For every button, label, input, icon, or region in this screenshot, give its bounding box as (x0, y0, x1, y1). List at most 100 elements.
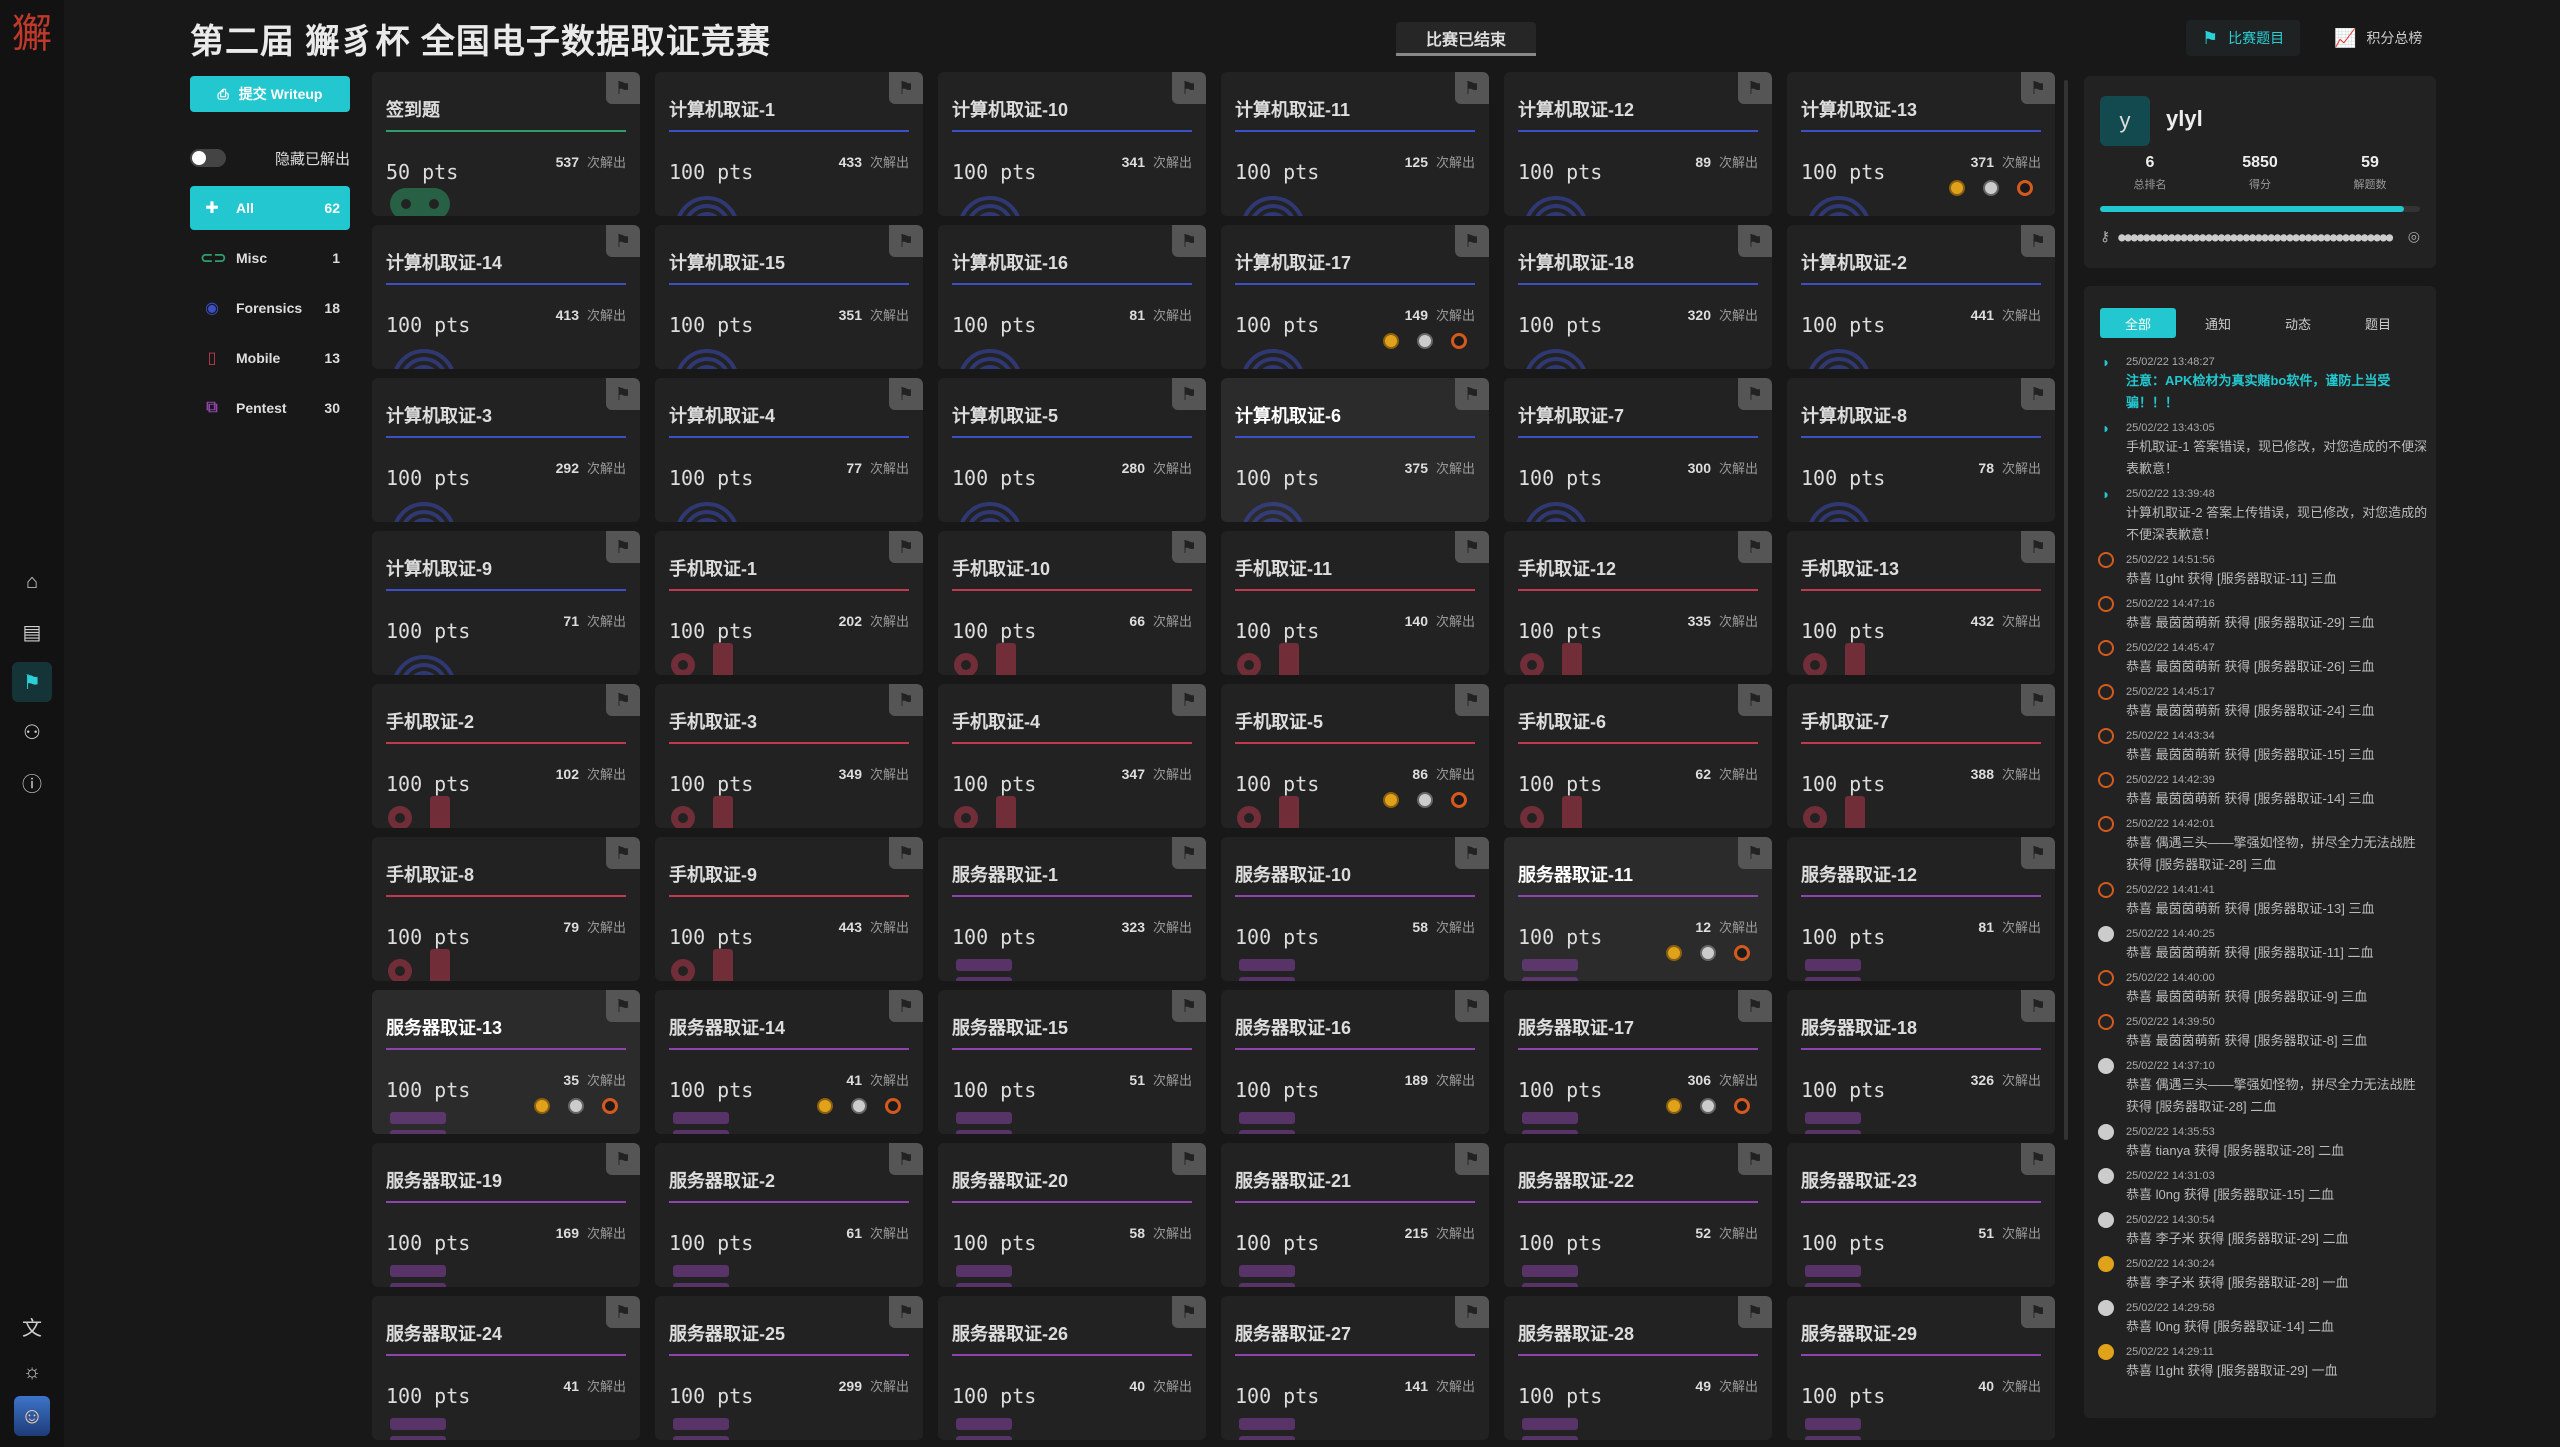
submit-writeup-button[interactable]: ⎙ 提交 Writeup (190, 76, 350, 112)
challenge-card[interactable]: ⚑ 服务器取证-10 100 pts 58 次解出 (1221, 837, 1489, 981)
challenge-card[interactable]: ⚑ 服务器取证-23 100 pts 51 次解出 (1787, 1143, 2055, 1287)
challenge-card[interactable]: ⚑ 手机取证-9 100 pts 443 次解出 (655, 837, 923, 981)
flag-icon[interactable]: ⚑ (606, 531, 640, 563)
flag-icon[interactable]: ⚑ (606, 684, 640, 716)
flag-icon[interactable]: ⚑ (1172, 72, 1206, 104)
challenge-card[interactable]: ⚑ 计算机取证-15 100 pts 351 次解出 (655, 225, 923, 369)
challenge-card[interactable]: ⚑ 计算机取证-13 100 pts 371 次解出 (1787, 72, 2055, 216)
flag-icon[interactable]: ⚑ (606, 72, 640, 104)
tab-scoreboard[interactable]: 📈 积分总榜 (2318, 20, 2438, 56)
challenge-card[interactable]: ⚑ 手机取证-11 100 pts 140 次解出 (1221, 531, 1489, 675)
challenge-card[interactable]: ⚑ 手机取证-6 100 pts 62 次解出 (1504, 684, 1772, 828)
flag-icon[interactable]: ⚑ (1172, 990, 1206, 1022)
challenge-card[interactable]: ⚑ 计算机取证-8 100 pts 78 次解出 (1787, 378, 2055, 522)
challenge-card[interactable]: ⚑ 服务器取证-21 100 pts 215 次解出 (1221, 1143, 1489, 1287)
flag-icon[interactable]: ⚑ (606, 837, 640, 869)
challenge-card[interactable]: ⚑ 手机取证-12 100 pts 335 次解出 (1504, 531, 1772, 675)
feed-tab-all[interactable]: 全部 (2100, 308, 2176, 338)
flag-icon[interactable]: ⚑ (1455, 225, 1489, 257)
flag-icon[interactable]: ⚑ (1738, 990, 1772, 1022)
flag-icon[interactable]: ⚑ (606, 1296, 640, 1328)
category-pentest[interactable]: ⧉ Pentest 30 (190, 386, 350, 430)
flag-icon[interactable]: ⚑ (1172, 1296, 1206, 1328)
challenge-card[interactable]: ⚑ 服务器取证-26 100 pts 40 次解出 (938, 1296, 1206, 1440)
challenge-card[interactable]: ⚑ 计算机取证-12 100 pts 89 次解出 (1504, 72, 1772, 216)
challenge-card[interactable]: ⚑ 服务器取证-18 100 pts 326 次解出 (1787, 990, 2055, 1134)
flag-icon[interactable]: ⚑ (2021, 378, 2055, 410)
challenge-card[interactable]: ⚑ 服务器取证-19 100 pts 169 次解出 (372, 1143, 640, 1287)
challenge-card[interactable]: ⚑ 服务器取证-27 100 pts 141 次解出 (1221, 1296, 1489, 1440)
challenge-card[interactable]: ⚑ 计算机取证-7 100 pts 300 次解出 (1504, 378, 1772, 522)
flag-icon[interactable]: ⚑ (2021, 1143, 2055, 1175)
flag-icon[interactable]: ⚑ (1738, 72, 1772, 104)
user-avatar[interactable]: ☺ (14, 1396, 50, 1436)
flag-icon[interactable]: ⚑ (889, 1296, 923, 1328)
flag-icon[interactable]: ⚑ (889, 225, 923, 257)
flag-icon[interactable]: ⚑ (606, 1143, 640, 1175)
flag-icon[interactable]: ⚑ (1738, 1296, 1772, 1328)
flag-icon[interactable]: ⚑ (889, 837, 923, 869)
flag-icon[interactable]: ⚑ (1172, 684, 1206, 716)
challenge-card[interactable]: ⚑ 服务器取证-14 100 pts 41 次解出 (655, 990, 923, 1134)
flag-icon[interactable]: ⚑ (606, 225, 640, 257)
flag-icon[interactable]: ⚑ (2021, 225, 2055, 257)
flag-icon[interactable]: ⚑ (2021, 1296, 2055, 1328)
challenge-card[interactable]: ⚑ 服务器取证-20 100 pts 58 次解出 (938, 1143, 1206, 1287)
theme-icon[interactable]: ☼ (12, 1352, 52, 1392)
challenge-card[interactable]: ⚑ 手机取证-4 100 pts 347 次解出 (938, 684, 1206, 828)
challenge-card[interactable]: ⚑ 手机取证-10 100 pts 66 次解出 (938, 531, 1206, 675)
flag-icon[interactable]: ⚑ (889, 531, 923, 563)
challenge-card[interactable]: ⚑ 计算机取证-17 100 pts 149 次解出 (1221, 225, 1489, 369)
challenge-card[interactable]: ⚑ 手机取证-1 100 pts 202 次解出 (655, 531, 923, 675)
flag-icon[interactable]: ⚑ (2021, 72, 2055, 104)
flag-icon[interactable]: ⚑ (1172, 531, 1206, 563)
challenge-card[interactable]: ⚑ 手机取证-7 100 pts 388 次解出 (1787, 684, 2055, 828)
category-forensics[interactable]: ◉ Forensics 18 (190, 286, 350, 330)
document-icon[interactable]: ▤ (12, 612, 52, 652)
challenge-card[interactable]: ⚑ 计算机取证-4 100 pts 77 次解出 (655, 378, 923, 522)
challenge-card[interactable]: ⚑ 手机取证-3 100 pts 349 次解出 (655, 684, 923, 828)
challenge-card[interactable]: ⚑ 签到题 50 pts 537 次解出 (372, 72, 640, 216)
challenge-card[interactable]: ⚑ 手机取证-5 100 pts 86 次解出 (1221, 684, 1489, 828)
flag-icon[interactable]: ⚑ (1738, 1143, 1772, 1175)
challenge-card[interactable]: ⚑ 服务器取证-22 100 pts 52 次解出 (1504, 1143, 1772, 1287)
challenge-card[interactable]: ⚑ 计算机取证-6 100 pts 375 次解出 (1221, 378, 1489, 522)
flag-icon[interactable]: ⚑ (1738, 531, 1772, 563)
flag-icon[interactable]: ⚑ (2021, 837, 2055, 869)
flag-icon[interactable]: ⚑ (889, 684, 923, 716)
hide-solved-toggle[interactable] (190, 149, 226, 167)
challenge-card[interactable]: ⚑ 计算机取证-1 100 pts 433 次解出 (655, 72, 923, 216)
flag-icon[interactable]: ⚑ (606, 990, 640, 1022)
challenge-card[interactable]: ⚑ 计算机取证-10 100 pts 341 次解出 (938, 72, 1206, 216)
feed-tab-activity[interactable]: 动态 (2260, 308, 2336, 338)
flag-icon[interactable]: ⚑ (1455, 378, 1489, 410)
flag-icon[interactable]: ⚑ (2021, 684, 2055, 716)
flag-icon[interactable]: ⚑ (2021, 531, 2055, 563)
flag-icon[interactable]: ⚑ (1738, 378, 1772, 410)
challenge-card[interactable]: ⚑ 服务器取证-13 100 pts 35 次解出 (372, 990, 640, 1134)
flag-icon[interactable]: ⚑ (1455, 72, 1489, 104)
challenge-card[interactable]: ⚑ 服务器取证-17 100 pts 306 次解出 (1504, 990, 1772, 1134)
challenge-card[interactable]: ⚑ 手机取证-2 100 pts 102 次解出 (372, 684, 640, 828)
challenge-card[interactable]: ⚑ 计算机取证-11 100 pts 125 次解出 (1221, 72, 1489, 216)
flag-icon[interactable]: ⚑ (1455, 990, 1489, 1022)
challenge-card[interactable]: ⚑ 服务器取证-15 100 pts 51 次解出 (938, 990, 1206, 1134)
info-icon[interactable]: ⓘ (12, 762, 52, 802)
challenge-card[interactable]: ⚑ 手机取证-13 100 pts 432 次解出 (1787, 531, 2055, 675)
category-all[interactable]: ✚ All 62 (190, 186, 350, 230)
home-icon[interactable]: ⌂ (12, 562, 52, 602)
challenge-card[interactable]: ⚑ 服务器取证-29 100 pts 40 次解出 (1787, 1296, 2055, 1440)
challenge-card[interactable]: ⚑ 计算机取证-2 100 pts 441 次解出 (1787, 225, 2055, 369)
challenge-card[interactable]: ⚑ 计算机取证-16 100 pts 81 次解出 (938, 225, 1206, 369)
challenge-card[interactable]: ⚑ 手机取证-8 100 pts 79 次解出 (372, 837, 640, 981)
challenge-card[interactable]: ⚑ 服务器取证-25 100 pts 299 次解出 (655, 1296, 923, 1440)
flag-icon[interactable]: ⚑ (889, 990, 923, 1022)
challenge-card[interactable]: ⚑ 服务器取证-1 100 pts 323 次解出 (938, 837, 1206, 981)
tab-challenges[interactable]: ⚑ 比赛题目 (2186, 20, 2301, 56)
challenge-card[interactable]: ⚑ 计算机取证-14 100 pts 413 次解出 (372, 225, 640, 369)
challenge-card[interactable]: ⚑ 服务器取证-24 100 pts 41 次解出 (372, 1296, 640, 1440)
flag-icon[interactable]: ⚑ (2021, 990, 2055, 1022)
users-icon[interactable]: ⚇ (12, 712, 52, 752)
flag-icon[interactable]: ⚑ (1455, 837, 1489, 869)
challenge-card[interactable]: ⚑ 服务器取证-16 100 pts 189 次解出 (1221, 990, 1489, 1134)
